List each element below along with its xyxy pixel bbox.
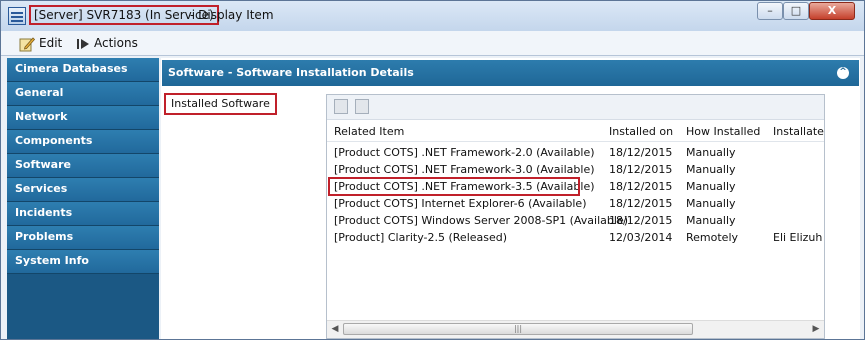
- sidebar: Cimera Databases General Network Compone…: [7, 58, 159, 339]
- cell-how-installed: Manually: [686, 180, 736, 193]
- cell-related-item[interactable]: [Product COTS] Internet Explorer-6 (Avai…: [334, 195, 587, 212]
- sidebar-item-cimera-databases[interactable]: Cimera Databases: [7, 58, 159, 82]
- cell-related-item[interactable]: [Product] Clarity-2.5 (Released): [334, 229, 507, 246]
- tab-installed-software[interactable]: Installed Software: [164, 93, 277, 115]
- sidebar-item-services[interactable]: Services: [7, 178, 159, 202]
- cell-related-item[interactable]: [Product COTS] Windows Server 2008-SP1 (…: [334, 212, 628, 229]
- scroll-left-arrow-icon[interactable]: ◀: [327, 321, 343, 337]
- cell-installed-on: 18/12/2015: [609, 163, 673, 176]
- scroll-thumb[interactable]: |||: [343, 323, 693, 335]
- window-list-icon: [8, 7, 26, 25]
- cell-related-item[interactable]: [Product COTS] .NET Framework-2.0 (Avail…: [334, 144, 595, 161]
- cell-installed-by: Eli Elizuh: [773, 231, 823, 244]
- actions-button[interactable]: Actions: [76, 33, 138, 53]
- section-header[interactable]: Software - Software Installation Details…: [162, 60, 859, 86]
- edit-icon: [19, 36, 35, 51]
- remove-item-icon[interactable]: [355, 99, 369, 114]
- cell-installed-on: 18/12/2015: [609, 180, 673, 193]
- main-content: Software - Software Installation Details…: [161, 58, 860, 339]
- sidebar-item-software[interactable]: Software: [7, 154, 159, 178]
- sidebar-item-components[interactable]: Components: [7, 130, 159, 154]
- edit-label: Edit: [39, 36, 63, 50]
- column-header-related-item[interactable]: Related Item: [334, 123, 404, 141]
- title-bar[interactable]: [Server] SVR7183 (In Service) - Display …: [1, 1, 864, 31]
- display-item-window: [Server] SVR7183 (In Service) - Display …: [0, 0, 865, 340]
- minimize-button[interactable]: –: [757, 2, 783, 20]
- grid-toolbar: [327, 95, 824, 120]
- scroll-right-arrow-icon[interactable]: ▶: [808, 321, 824, 337]
- cell-how-installed: Manually: [686, 163, 736, 176]
- window-title-suffix: - Display Item: [190, 8, 274, 22]
- sidebar-item-incidents[interactable]: Incidents: [7, 202, 159, 226]
- column-header-installed-by[interactable]: Installated: [773, 123, 824, 141]
- actions-label: Actions: [94, 36, 138, 50]
- close-button[interactable]: X: [809, 2, 855, 20]
- sidebar-item-system-info[interactable]: System Info: [7, 250, 159, 274]
- cell-installed-on: 18/12/2015: [609, 146, 673, 159]
- table-row[interactable]: [Product COTS] .NET Framework-3.0 (Avail…: [327, 161, 824, 178]
- collapse-chevron-up-icon[interactable]: ^: [837, 67, 849, 79]
- maximize-button[interactable]: □: [783, 2, 809, 20]
- table-row[interactable]: [Product] Clarity-2.5 (Released) 12/03/2…: [327, 229, 824, 246]
- header-divider: [327, 141, 824, 142]
- section-title: Software - Software Installation Details: [168, 66, 414, 79]
- highlighted-row-outline: [328, 177, 580, 196]
- table-row[interactable]: [Product COTS] Internet Explorer-6 (Avai…: [327, 195, 824, 212]
- cell-installed-on: 18/12/2015: [609, 214, 673, 227]
- column-header-installed-on[interactable]: Installed on: [609, 123, 673, 141]
- sidebar-item-general[interactable]: General: [7, 82, 159, 106]
- cell-installed-on: 18/12/2015: [609, 197, 673, 210]
- add-item-icon[interactable]: [334, 99, 348, 114]
- sidebar-item-network[interactable]: Network: [7, 106, 159, 130]
- cell-how-installed: Manually: [686, 197, 736, 210]
- edit-button[interactable]: Edit: [19, 33, 62, 53]
- toolbar: Edit Actions: [1, 31, 864, 56]
- horizontal-scrollbar[interactable]: ◀ ||| ▶: [327, 320, 824, 338]
- sidebar-item-problems[interactable]: Problems: [7, 226, 159, 250]
- play-actions-icon: [77, 38, 89, 49]
- cell-installed-on: 12/03/2014: [609, 231, 673, 244]
- table-row[interactable]: [Product COTS] .NET Framework-2.0 (Avail…: [327, 144, 824, 161]
- table-row[interactable]: [Product COTS] Windows Server 2008-SP1 (…: [327, 212, 824, 229]
- cell-how-installed: Manually: [686, 146, 736, 159]
- cell-related-item[interactable]: [Product COTS] .NET Framework-3.0 (Avail…: [334, 161, 595, 178]
- cell-how-installed: Manually: [686, 214, 736, 227]
- cell-how-installed: Remotely: [686, 231, 739, 244]
- installed-software-grid: Related Item Installed on How Installed …: [326, 94, 825, 339]
- column-header-how-installed[interactable]: How Installed: [686, 123, 760, 141]
